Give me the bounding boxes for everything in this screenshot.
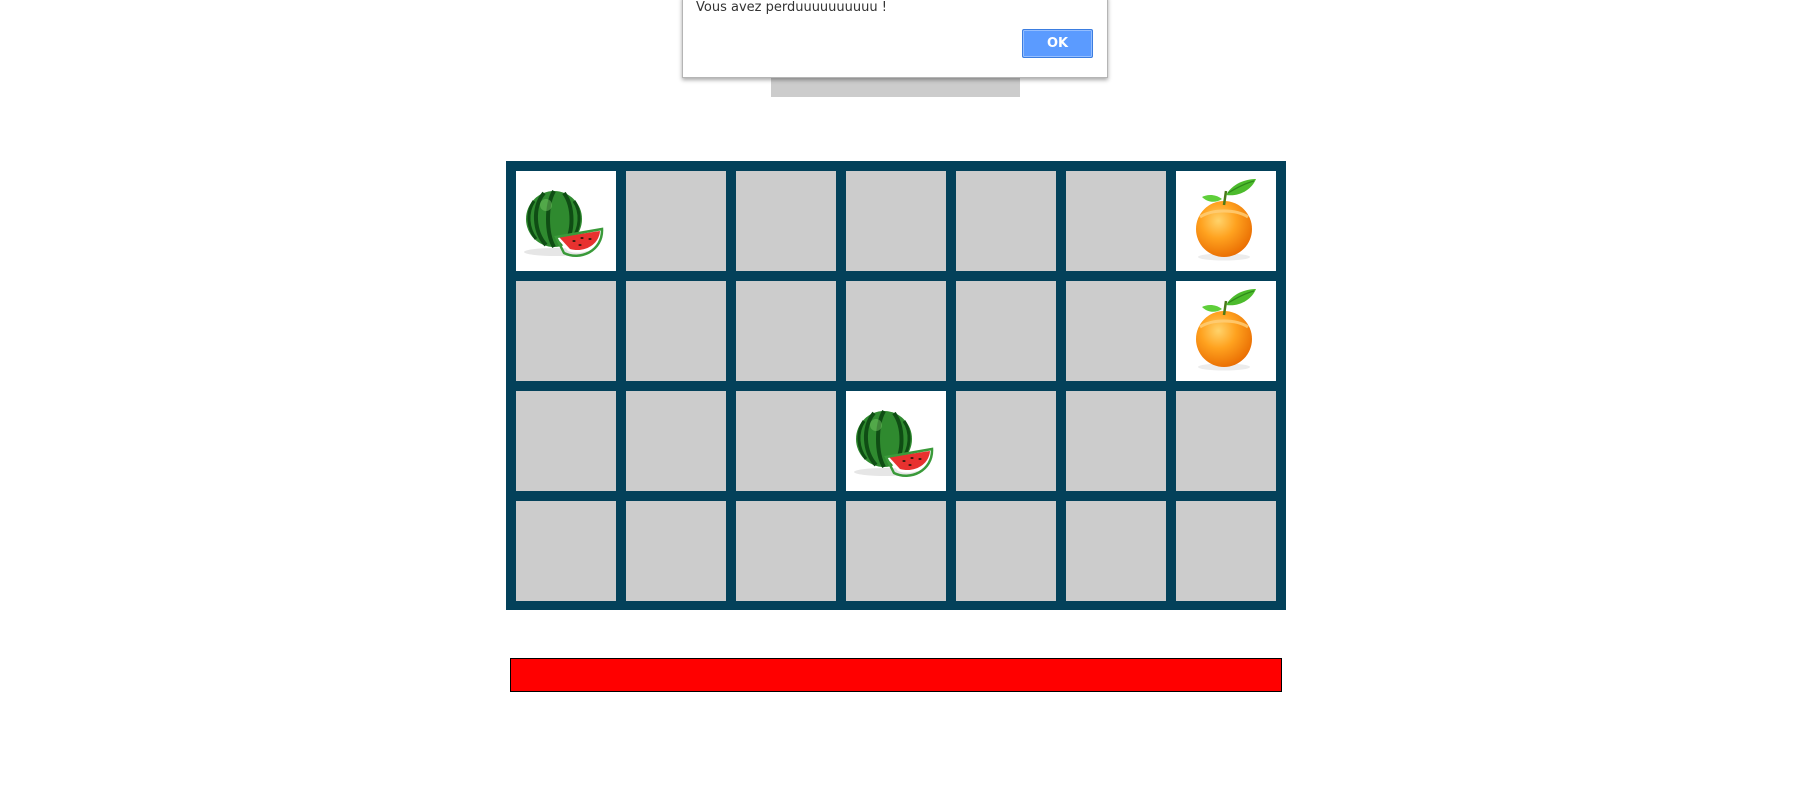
- card-hidden[interactable]: [846, 501, 946, 601]
- card-hidden[interactable]: [956, 281, 1056, 381]
- card-hidden[interactable]: [956, 501, 1056, 601]
- card-orange-revealed[interactable]: [1176, 281, 1276, 381]
- card-hidden[interactable]: [626, 171, 726, 271]
- card-hidden[interactable]: [846, 171, 946, 271]
- card-hidden[interactable]: [1066, 171, 1166, 271]
- alert-dialog: Vous avez perduuuuuuuuuu ! OK: [682, 0, 1108, 78]
- card-hidden[interactable]: [1176, 501, 1276, 601]
- card-hidden[interactable]: [626, 281, 726, 381]
- card-hidden[interactable]: [956, 391, 1056, 491]
- card-hidden[interactable]: [516, 501, 616, 601]
- card-orange-revealed[interactable]: [1176, 171, 1276, 271]
- card-hidden[interactable]: [736, 391, 836, 491]
- card-watermelon-revealed[interactable]: [516, 171, 616, 271]
- card-hidden[interactable]: [1066, 281, 1166, 381]
- ok-button[interactable]: OK: [1022, 29, 1093, 58]
- card-hidden[interactable]: [736, 501, 836, 601]
- card-hidden[interactable]: [846, 281, 946, 381]
- card-hidden[interactable]: [626, 391, 726, 491]
- card-hidden[interactable]: [1066, 501, 1166, 601]
- card-hidden[interactable]: [736, 281, 836, 381]
- card-hidden[interactable]: [516, 391, 616, 491]
- timer-progress-bar: [510, 658, 1282, 692]
- card-hidden[interactable]: [516, 281, 616, 381]
- alert-message: Vous avez perduuuuuuuuuu !: [696, 0, 887, 15]
- game-board: [506, 161, 1286, 610]
- card-hidden[interactable]: [1176, 391, 1276, 491]
- card-watermelon-revealed[interactable]: [846, 391, 946, 491]
- card-hidden[interactable]: [736, 171, 836, 271]
- memory-game-page: Vous avez perduuuuuuuuuu ! OK: [0, 0, 1793, 793]
- card-hidden[interactable]: [626, 501, 726, 601]
- timer-progress-fill: [511, 659, 1281, 691]
- card-hidden[interactable]: [1066, 391, 1166, 491]
- card-hidden[interactable]: [956, 171, 1056, 271]
